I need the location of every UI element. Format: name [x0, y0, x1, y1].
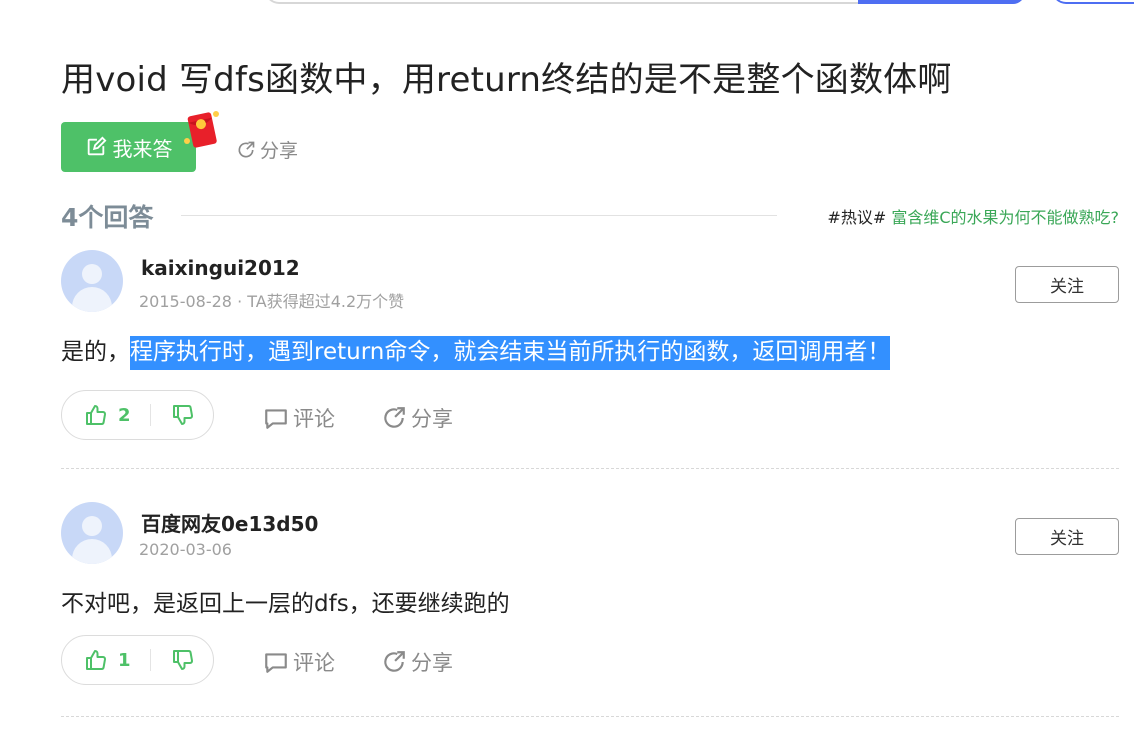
red-packet-icon[interactable] — [184, 108, 220, 150]
answer-meta: 2015-08-28 · TA获得超过4.2万个赞 — [139, 292, 405, 311]
share-label: 分享 — [411, 407, 453, 431]
comment-button[interactable]: 评论 — [263, 403, 335, 433]
upvote-button[interactable]: 2 — [62, 403, 150, 427]
avatar[interactable] — [61, 502, 123, 564]
answer-text: 是的，程序执行时，遇到return命令，就会结束当前所执行的函数，返回调用者！ — [61, 332, 891, 370]
downvote-button[interactable] — [151, 403, 195, 427]
share-icon — [238, 141, 255, 158]
upvote-count: 1 — [118, 649, 131, 671]
comment-icon — [265, 653, 287, 673]
search-button[interactable] — [858, 0, 1025, 4]
share-button[interactable]: 分享 — [381, 403, 453, 433]
edit-icon — [87, 136, 106, 156]
vote-control: 2 — [61, 390, 214, 440]
thumbs-up-icon — [86, 405, 106, 425]
share-icon — [384, 651, 405, 672]
divider — [181, 215, 777, 216]
upvote-button[interactable]: 1 — [62, 648, 150, 672]
answer-divider — [61, 468, 1119, 469]
share-label: 分享 — [411, 651, 453, 675]
thumbs-down-icon — [173, 650, 193, 670]
answer-username[interactable]: 百度网友0e13d50 — [141, 508, 318, 537]
answer-text-plain: 不对吧，是返回上一层的dfs，还要继续跑的 — [61, 591, 510, 617]
answer-username[interactable]: kaixingui2012 — [141, 256, 300, 280]
follow-button[interactable]: 关注 — [1015, 518, 1119, 555]
comment-label: 评论 — [293, 407, 335, 431]
answer-text-selected: 程序执行时，遇到return命令，就会结束当前所执行的函数，返回调用者！ — [130, 336, 891, 370]
avatar[interactable] — [61, 250, 123, 312]
share-button[interactable]: 分享 — [381, 647, 453, 677]
answer-divider — [61, 716, 1119, 717]
upvote-count: 2 — [118, 404, 131, 426]
question-title: 用void 写dfs函数中，用return终结的是不是整个函数体啊 — [61, 60, 952, 100]
comment-icon — [265, 409, 287, 429]
thumbs-down-icon — [173, 405, 193, 425]
answers-header: 4个回答 #热议# 富含维C的水果为何不能做熟吃? — [61, 198, 1119, 234]
avatar-head — [82, 516, 102, 536]
question-share-button[interactable]: 分享 — [236, 136, 298, 163]
share-icon — [384, 407, 405, 428]
hot-topic-link[interactable]: #热议# 富含维C的水果为何不能做熟吃? — [827, 204, 1119, 228]
answer-button-label: 我来答 — [112, 136, 173, 161]
share-label: 分享 — [260, 140, 299, 162]
downvote-button[interactable] — [151, 648, 195, 672]
answer-text: 不对吧，是返回上一层的dfs，还要继续跑的 — [61, 584, 510, 618]
thumbs-up-icon — [86, 650, 106, 670]
comment-label: 评论 — [293, 651, 335, 675]
avatar-body — [72, 287, 112, 312]
vote-control: 1 — [61, 635, 214, 685]
answer-meta: 2020-03-06 — [139, 540, 232, 559]
hot-topic-tag: #热议# — [827, 208, 887, 227]
top-nav-button[interactable] — [1052, 0, 1134, 4]
answer-question-button[interactable]: 我来答 — [61, 122, 196, 172]
answer-count: 4个回答 — [61, 203, 154, 232]
avatar-body — [72, 539, 112, 564]
follow-button[interactable]: 关注 — [1015, 266, 1119, 303]
comment-button[interactable]: 评论 — [263, 647, 335, 677]
answer-text-plain: 是的， — [61, 339, 130, 365]
hot-topic-text: 富含维C的水果为何不能做熟吃? — [891, 208, 1119, 227]
avatar-head — [82, 264, 102, 284]
